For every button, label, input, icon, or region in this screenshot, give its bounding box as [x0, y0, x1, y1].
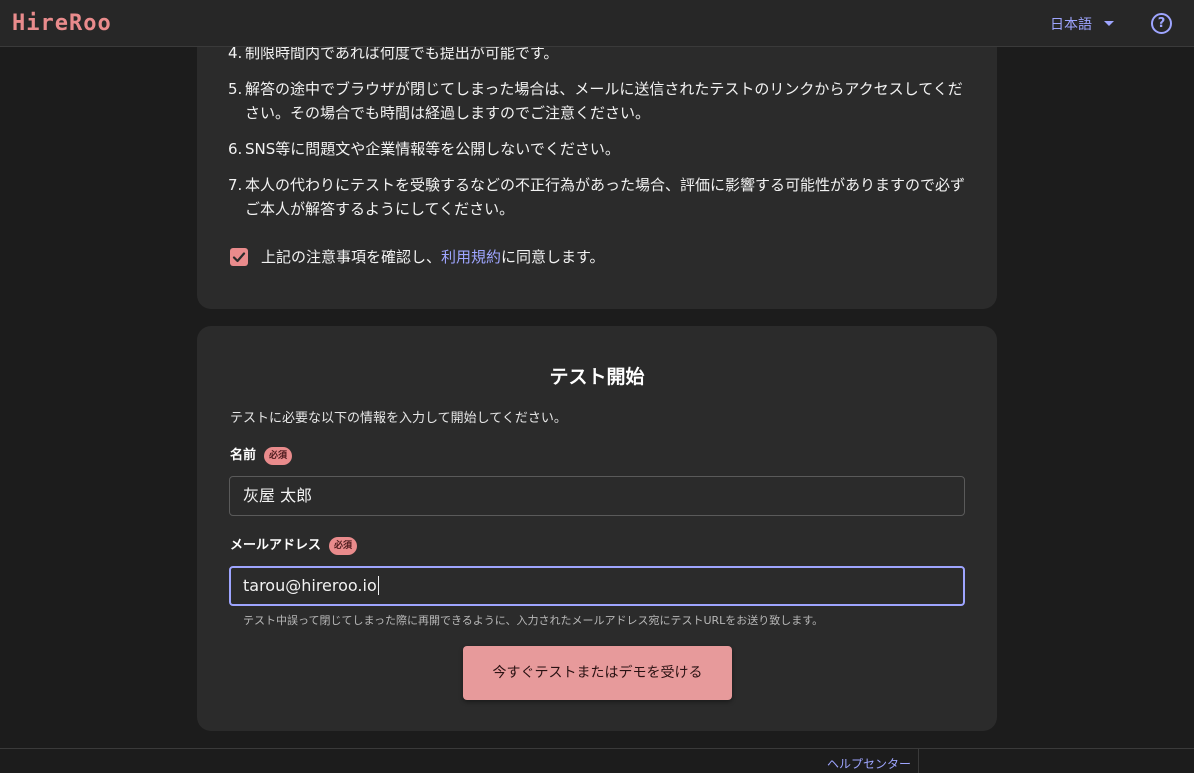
rule-number: 6.	[228, 140, 243, 158]
hireroo-logo[interactable]: HireRoo	[12, 11, 112, 36]
test-start-card: テスト開始 テストに必要な以下の情報を入力して開始してください。 名前 必須 灰屋…	[197, 326, 997, 731]
name-input-value: 灰屋 太郎	[243, 486, 313, 505]
rule-number: 7.	[228, 176, 243, 194]
agree-checkbox[interactable]	[230, 248, 248, 266]
rule-number: 5.	[228, 80, 243, 98]
email-label: メールアドレス 必須	[230, 534, 358, 555]
email-label-text: メールアドレス	[230, 538, 322, 553]
help-center-link[interactable]: ヘルプセンター	[827, 755, 911, 772]
terms-link[interactable]: 利用規約	[441, 248, 501, 266]
rule-text: SNS等に問題文や企業情報等を公開しないでください。	[245, 140, 620, 158]
logo-text: HireRoo	[12, 11, 112, 36]
agree-prefix: 上記の注意事項を確認し、	[261, 248, 442, 266]
app-footer: ヘルプセンター	[0, 748, 1194, 773]
start-test-button[interactable]: 今すぐテストまたはデモを受ける	[463, 646, 732, 700]
email-hint: テスト中誤って閉じてしまった際に再開できるように、入力されたメールアドレス宛にテ…	[243, 614, 824, 627]
section-description: テストに必要な以下の情報を入力して開始してください。	[230, 411, 567, 426]
rules-card: 4. 制限時間内であれば何度でも提出が可能です。 5. 解答の途中でブラウザが閉…	[197, 20, 997, 309]
footer-divider	[918, 749, 919, 773]
rule-item: 5. 解答の途中でブラウザが閉じてしまった場合は、メールに送信されたテストのリン…	[228, 77, 968, 125]
required-badge: 必須	[329, 537, 358, 555]
text-cursor	[377, 576, 379, 595]
rule-text: 本人の代わりにテストを受験するなどの不正行為があった場合、評価に影響する可能性が…	[245, 176, 966, 218]
chevron-down-icon[interactable]	[1104, 21, 1114, 26]
email-input[interactable]: tarou@hireroo.io	[229, 566, 965, 606]
agree-suffix: に同意します。	[501, 248, 605, 266]
app-header: HireRoo 日本語 ?	[0, 0, 1194, 47]
rule-text: 解答の途中でブラウザが閉じてしまった場合は、メールに送信されたテストのリンクから…	[245, 80, 963, 122]
checkmark-icon	[232, 252, 246, 263]
agree-label: 上記の注意事項を確認し、利用規約に同意します。	[261, 246, 605, 268]
name-input[interactable]: 灰屋 太郎	[229, 476, 965, 516]
name-label: 名前 必須	[230, 444, 293, 465]
help-circle-icon[interactable]: ?	[1151, 13, 1172, 34]
name-label-text: 名前	[230, 448, 257, 463]
required-badge: 必須	[264, 447, 293, 465]
section-title: テスト開始	[549, 366, 645, 388]
language-selector[interactable]: 日本語	[1050, 14, 1092, 34]
email-input-value: tarou@hireroo.io	[243, 576, 377, 595]
rule-item: 7. 本人の代わりにテストを受験するなどの不正行為があった場合、評価に影響する可…	[228, 173, 968, 221]
rule-item: 6. SNS等に問題文や企業情報等を公開しないでください。	[228, 137, 968, 161]
page: HireRoo 日本語 ? 4. 制限時間内であれば何度でも提出が可能です。 5…	[0, 0, 1194, 773]
